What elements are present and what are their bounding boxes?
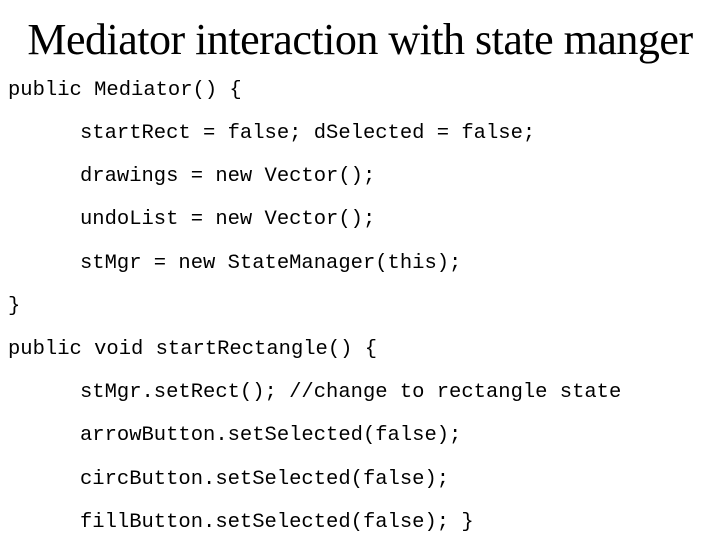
code-line: stMgr = new StateManager(this); bbox=[80, 252, 462, 275]
code-line: public Mediator() { bbox=[8, 79, 242, 102]
code-line: undoList = new Vector(); bbox=[80, 208, 376, 231]
code-line: stMgr.setRect(); //change to rectangle s… bbox=[80, 381, 622, 404]
code-line: } bbox=[8, 295, 21, 318]
slide-title: Mediator interaction with state manger bbox=[27, 15, 693, 64]
code-line: public void startRectangle() { bbox=[8, 338, 378, 361]
code-line: arrowButton.setSelected(false); bbox=[80, 424, 462, 447]
code-line: startRect = false; dSelected = false; bbox=[80, 122, 536, 145]
code-block: public Mediator() { startRect = false; d… bbox=[0, 0, 621, 534]
code-line: fillButton.setSelected(false); } bbox=[80, 511, 474, 534]
code-line: circButton.setSelected(false); bbox=[80, 468, 450, 491]
code-line: drawings = new Vector(); bbox=[80, 165, 376, 188]
